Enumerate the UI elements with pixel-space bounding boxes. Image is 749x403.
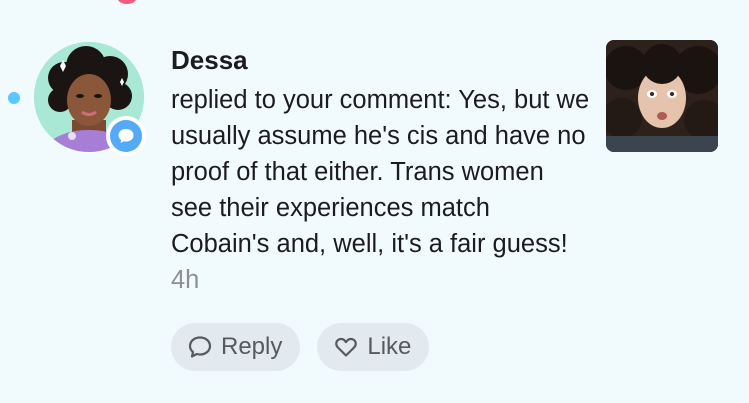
action-bar: Reply Like xyxy=(171,323,430,371)
heart-icon xyxy=(333,334,359,360)
notification-content[interactable]: Dessa replied to your comment: Yes, but … xyxy=(171,44,591,298)
reply-icon xyxy=(187,334,213,360)
timestamp: 4h xyxy=(171,266,200,294)
message-text: replied to your comment: Yes, but we usu… xyxy=(171,86,590,258)
reply-button[interactable]: Reply xyxy=(171,323,301,371)
previous-item-indicator xyxy=(117,0,137,4)
notification-message: replied to your comment: Yes, but we usu… xyxy=(171,82,591,298)
avatar[interactable] xyxy=(34,42,148,156)
speech-bubble-icon xyxy=(110,120,142,152)
unread-indicator xyxy=(8,92,20,104)
like-button[interactable]: Like xyxy=(317,323,430,371)
comment-badge xyxy=(106,116,146,156)
comment-thumbnail[interactable] xyxy=(606,40,718,152)
reply-label: Reply xyxy=(221,333,283,360)
like-label: Like xyxy=(367,333,412,360)
username[interactable]: Dessa xyxy=(171,44,591,76)
